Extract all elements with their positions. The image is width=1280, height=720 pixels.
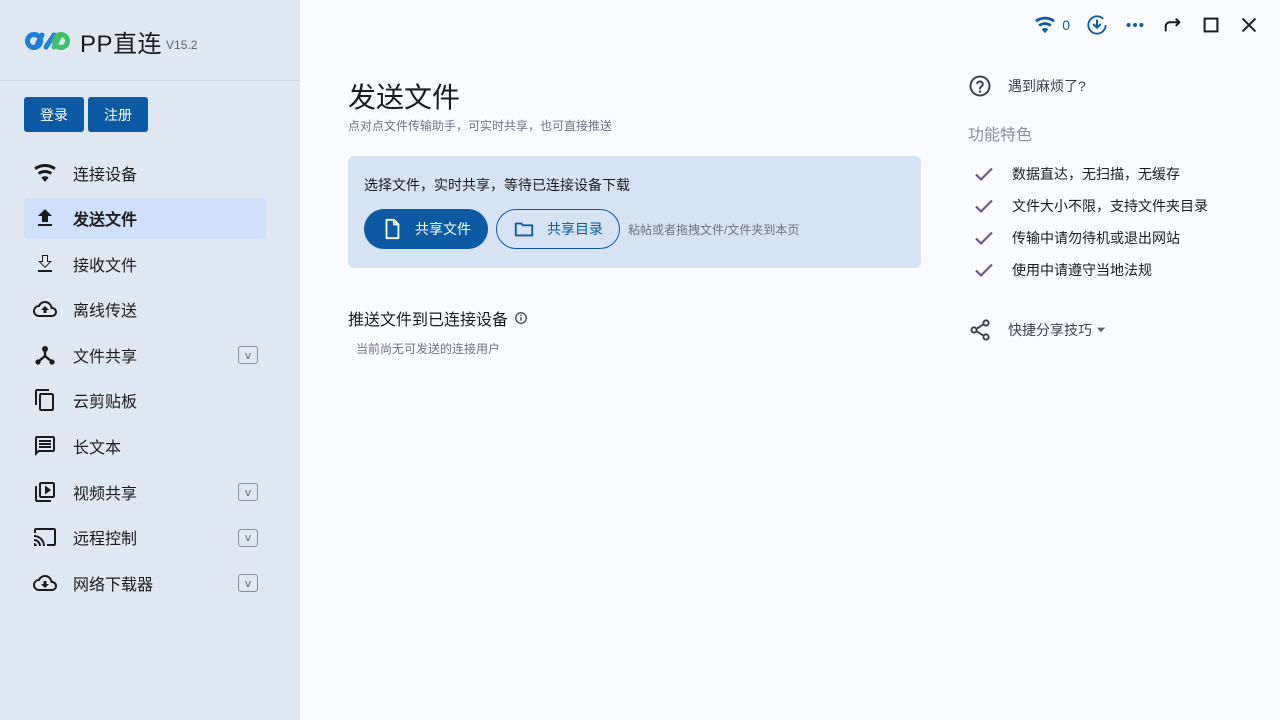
sidebar-item-label: 离线传送 (73, 303, 138, 321)
feature-text: 文件大小不限，支持文件夹目录 (1012, 198, 1208, 214)
share-tips-label: 快捷分享技巧 (1008, 322, 1092, 338)
sidebar-item-label: 发送文件 (73, 212, 138, 230)
connection-status[interactable]: 0 (1034, 12, 1070, 38)
page-subtitle: 点对点文件传输助手，可实时共享，也可直接推送 (348, 119, 613, 133)
share-tips-toggle[interactable]: 快捷分享技巧 (968, 318, 1108, 342)
help-link[interactable]: 遇到麻烦了? (968, 74, 1086, 98)
sidebar-item-connect-device[interactable]: 连接设备 (24, 152, 266, 193)
share-icon (970, 319, 990, 341)
more-button[interactable] (1124, 12, 1146, 38)
sidebar-item-label: 接收文件 (73, 257, 138, 275)
sidebar-item-label: 网络下载器 (73, 576, 154, 594)
sidebar-item-label: 视频共享 (73, 485, 138, 503)
features-title: 功能特色 (968, 127, 1033, 144)
share-buttons: 共享文件 共享目录 粘帖或者拖拽文件/文件夹到本页 (364, 209, 799, 249)
expand-chevron-icon[interactable]: v (238, 346, 258, 365)
features-list: 数据直达，无扫描，无缓存 文件大小不限，支持文件夹目录 传输中请勿待机或退出网站… (972, 158, 1208, 286)
feature-item: 传输中请勿待机或退出网站 (972, 222, 1208, 254)
download-manager-button[interactable] (1086, 12, 1108, 38)
sidebar-item-label: 连接设备 (73, 166, 138, 184)
maximize-button[interactable] (1200, 12, 1222, 38)
share-hub-icon (32, 342, 58, 368)
feature-item: 数据直达，无扫描，无缓存 (972, 158, 1208, 190)
pp-logo-icon (25, 32, 70, 50)
help-circle-icon (969, 75, 991, 97)
file-icon (385, 218, 400, 240)
expand-chevron-icon[interactable]: v (238, 528, 258, 547)
sidebar-item-network-downloader[interactable]: 网络下载器 v (24, 562, 266, 603)
sidebar-item-file-sharing[interactable]: 文件共享 v (24, 334, 266, 375)
app-version: V15.2 (166, 38, 198, 52)
close-icon (1241, 17, 1257, 33)
cast-icon (32, 524, 58, 550)
sidebar-item-cloud-clipboard[interactable]: 云剪贴板 (24, 380, 266, 421)
feature-text: 传输中请勿待机或退出网站 (1012, 230, 1180, 246)
register-button[interactable]: 注册 (88, 97, 148, 132)
page-title: 发送文件 (348, 82, 461, 113)
push-empty-message: 当前尚无可发送的连接用户 (356, 342, 501, 356)
wifi-icon (1035, 16, 1056, 34)
share-file-button[interactable]: 共享文件 (364, 209, 488, 249)
feature-item: 文件大小不限，支持文件夹目录 (972, 190, 1208, 222)
sidebar-nav: 连接设备 发送文件 接收文件 离线传送 文件共享 v 云剪贴板 长文本 视频共享… (24, 152, 266, 608)
sidebar-divider (0, 80, 300, 81)
feature-text: 数据直达，无扫描，无缓存 (1012, 166, 1180, 182)
more-horizontal-icon (1126, 22, 1144, 28)
message-text-icon (32, 433, 58, 459)
download-icon (32, 251, 58, 277)
sidebar-item-label: 文件共享 (73, 348, 138, 366)
check-icon (975, 167, 993, 182)
sidebar: PP直连 V15.2 登录 注册 连接设备 发送文件 接收文件 离线传送 文件共… (0, 0, 300, 720)
push-section-title: 推送文件到已连接设备 (348, 306, 528, 330)
sidebar-item-receive-file[interactable]: 接收文件 (24, 243, 266, 284)
app-name: PP直连 (80, 30, 163, 58)
upload-icon (32, 205, 58, 231)
info-icon[interactable] (514, 311, 528, 325)
feature-item: 使用中请遵守当地法规 (972, 254, 1208, 286)
video-library-icon (32, 479, 58, 505)
sidebar-item-offline-transfer[interactable]: 离线传送 (24, 289, 266, 330)
sidebar-item-long-text[interactable]: 长文本 (24, 426, 266, 467)
window-titlebar: 0 (1034, 12, 1260, 38)
push-title-text: 推送文件到已连接设备 (348, 312, 509, 329)
cloud-download-icon (32, 570, 58, 596)
share-file-label: 共享文件 (415, 221, 471, 237)
forward-button[interactable] (1162, 12, 1184, 38)
wifi-icon (32, 160, 58, 186)
login-button[interactable]: 登录 (24, 97, 84, 132)
folder-icon (514, 222, 534, 237)
maximize-icon (1203, 17, 1219, 33)
sidebar-item-label: 云剪贴板 (73, 394, 138, 412)
feature-text: 使用中请遵守当地法规 (1012, 262, 1152, 278)
clipboard-copy-icon (32, 387, 58, 413)
sidebar-item-video-sharing[interactable]: 视频共享 v (24, 471, 266, 512)
check-icon (975, 231, 993, 246)
share-card[interactable]: 选择文件，实时共享，等待已连接设备下载 共享文件 共享目录 粘帖或者拖拽文件/文… (348, 156, 921, 268)
download-circle-icon (1087, 15, 1107, 35)
sidebar-item-label: 长文本 (73, 440, 122, 458)
connection-count: 0 (1062, 17, 1070, 33)
share-folder-button[interactable]: 共享目录 (496, 209, 620, 249)
help-label: 遇到麻烦了? (1008, 78, 1086, 94)
share-folder-label: 共享目录 (547, 221, 603, 237)
sidebar-item-remote-control[interactable]: 远程控制 v (24, 517, 266, 558)
expand-chevron-icon[interactable]: v (238, 574, 258, 593)
sidebar-item-label: 远程控制 (73, 531, 138, 549)
close-button[interactable] (1238, 12, 1260, 38)
check-icon (975, 263, 993, 278)
check-icon (975, 199, 993, 214)
cloud-upload-icon (32, 296, 58, 322)
brand: PP直连 V15.2 (24, 26, 198, 58)
sidebar-item-send-file[interactable]: 发送文件 (24, 197, 266, 239)
drop-hint: 粘帖或者拖拽文件/文件夹到本页 (628, 222, 800, 237)
expand-chevron-icon[interactable]: v (238, 483, 258, 502)
share-hint: 选择文件，实时共享，等待已连接设备下载 (364, 177, 630, 193)
auth-buttons: 登录 注册 (24, 97, 148, 132)
redo-arrow-icon (1164, 17, 1181, 32)
caret-down-icon (1096, 327, 1106, 333)
